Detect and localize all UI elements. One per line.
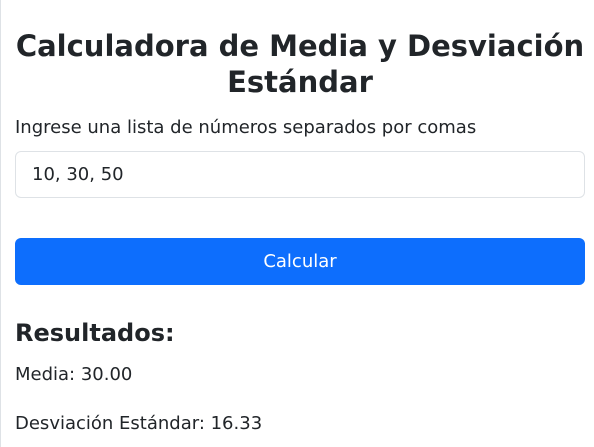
results-heading: Resultados: bbox=[15, 319, 175, 347]
numbers-input[interactable] bbox=[15, 151, 585, 198]
numbers-input-label: Ingrese una lista de números separados p… bbox=[15, 117, 477, 138]
left-border-divider bbox=[0, 0, 1, 447]
std-deviation-result: Desviación Estándar: 16.33 bbox=[15, 413, 263, 434]
page-title: Calculadora de Media y Desviación Estánd… bbox=[15, 29, 585, 99]
calculate-button[interactable]: Calcular bbox=[15, 238, 585, 285]
mean-result: Media: 30.00 bbox=[15, 364, 133, 385]
